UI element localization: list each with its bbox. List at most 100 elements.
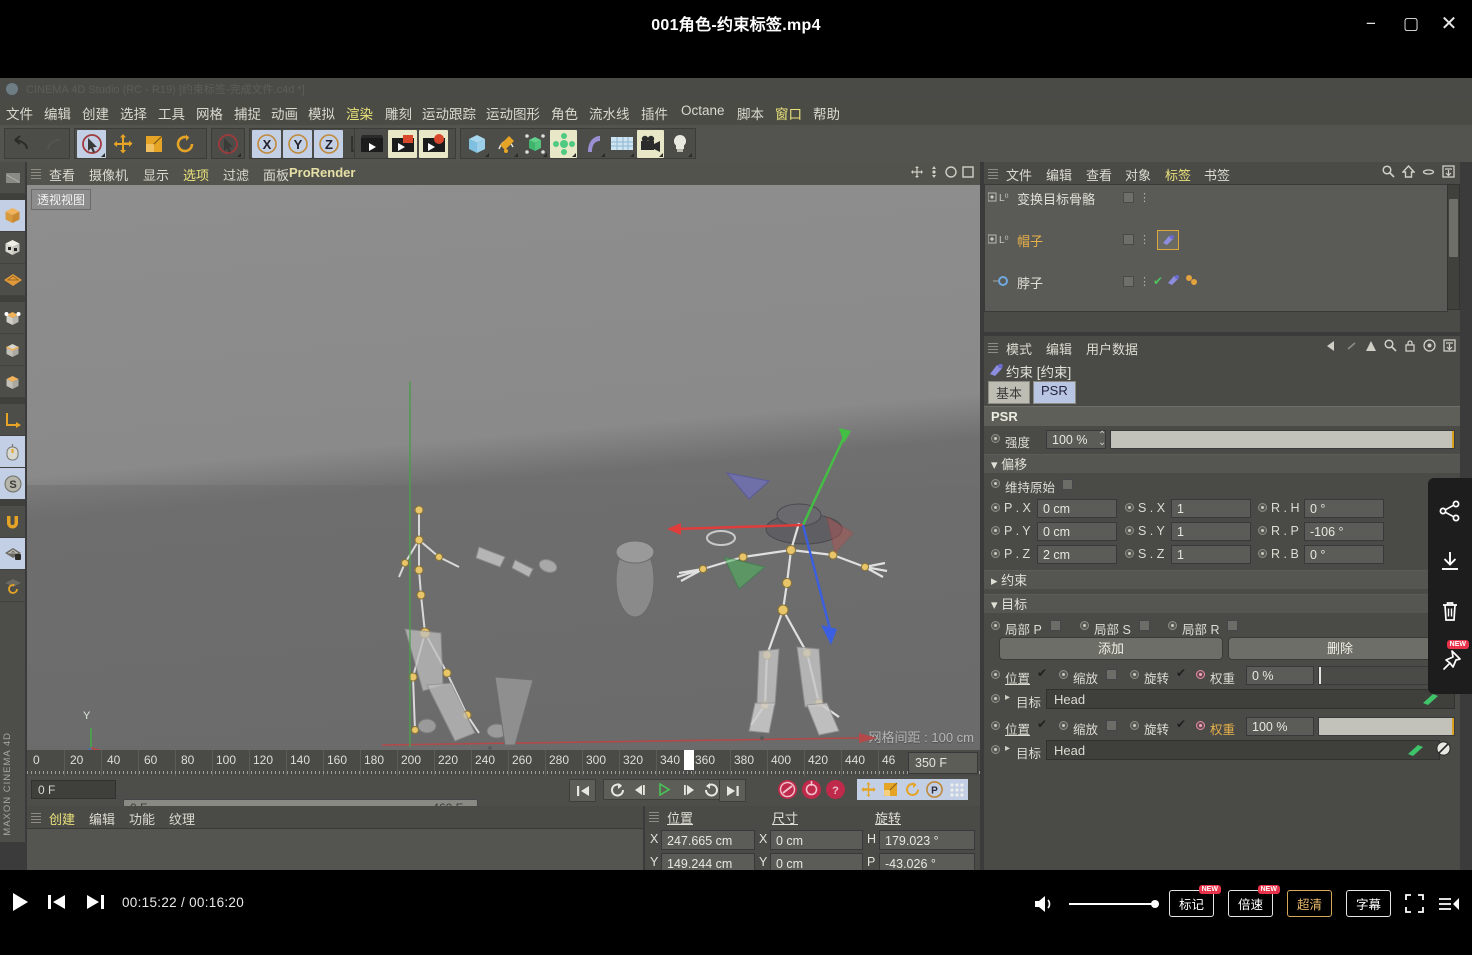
back-arrow-icon[interactable] bbox=[1325, 340, 1339, 352]
strength-spinner[interactable]: ⌃⌄ bbox=[1098, 432, 1106, 446]
coord-pos-x-field[interactable]: 247.665 cm bbox=[661, 830, 755, 850]
viewport-menu-cameras[interactable]: 摄像机 bbox=[89, 165, 128, 184]
target-1-scale-radio[interactable] bbox=[1059, 670, 1068, 679]
rp-radio[interactable] bbox=[1258, 526, 1267, 535]
menu-script[interactable]: 脚本 bbox=[737, 103, 764, 123]
viewport-menu-options[interactable]: 选项 bbox=[183, 165, 209, 184]
forward-arrow-icon[interactable] bbox=[1346, 340, 1358, 352]
target-2-expand-icon[interactable]: ▸ bbox=[1005, 743, 1010, 754]
timeline-ruler[interactable]: 0 20 40 60 80 100 120 140 160 180 200 22… bbox=[27, 750, 980, 776]
undo-button[interactable] bbox=[7, 130, 36, 158]
attribute-menu-userdata[interactable]: 用户数据 bbox=[1086, 339, 1138, 358]
target-1-weight-field[interactable]: 0 % bbox=[1246, 666, 1314, 685]
keep-original-checkbox[interactable] bbox=[1062, 479, 1073, 490]
undo-tool-icon[interactable] bbox=[0, 162, 25, 194]
menu-character[interactable]: 角色 bbox=[551, 103, 578, 123]
record-keyframe-icon[interactable] bbox=[777, 779, 798, 800]
enable-snapping-icon[interactable] bbox=[0, 436, 25, 468]
target-2-weight-slider[interactable] bbox=[1318, 717, 1455, 736]
sy-field[interactable]: 1 bbox=[1171, 522, 1251, 541]
maximize-button[interactable]: ▢ bbox=[1396, 10, 1426, 38]
viewport-menu-panel[interactable]: 面板 bbox=[263, 165, 289, 184]
visibility-toggle-0[interactable] bbox=[1123, 192, 1134, 203]
section-constraint[interactable]: ▸ 约束 bbox=[984, 570, 1460, 589]
search-icon[interactable] bbox=[1384, 339, 1397, 352]
object-row-0[interactable]: L⁰ 变换目标骨骼 ⋮ bbox=[985, 187, 1447, 208]
sz-field[interactable]: 1 bbox=[1171, 545, 1251, 564]
viewport-3d[interactable]: 透视视图 网格间距 : 100 cm bbox=[27, 185, 980, 750]
material-menu-function[interactable]: 功能 bbox=[129, 809, 155, 828]
menu-edit[interactable]: 编辑 bbox=[44, 103, 71, 123]
menu-sculpt[interactable]: 雕刻 bbox=[385, 103, 412, 123]
param-key-icon[interactable]: P bbox=[924, 780, 945, 799]
dot-handle-2[interactable]: ⋮ bbox=[1139, 275, 1150, 288]
target-1-weight-radio[interactable] bbox=[1196, 670, 1205, 679]
spline-pen-icon[interactable] bbox=[492, 130, 519, 158]
add-target-button[interactable]: 添加 bbox=[999, 637, 1223, 660]
menu-mesh[interactable]: 网格 bbox=[196, 103, 223, 123]
target-2-field[interactable]: Head bbox=[1046, 740, 1440, 760]
scale-icon[interactable] bbox=[139, 130, 168, 158]
object-grip-icon[interactable] bbox=[988, 168, 998, 179]
quality-button[interactable]: 超清 bbox=[1287, 890, 1332, 917]
go-to-end-icon[interactable] bbox=[719, 779, 746, 802]
play-icon[interactable] bbox=[652, 780, 676, 799]
px-field[interactable]: 0 cm bbox=[1037, 499, 1117, 518]
timeline-playhead[interactable] bbox=[684, 750, 694, 770]
menu-motion-tracker[interactable]: 运动跟踪 bbox=[422, 103, 476, 123]
py-radio[interactable] bbox=[991, 526, 1000, 535]
target-1-radio[interactable] bbox=[991, 694, 1000, 703]
visibility-toggle-1[interactable] bbox=[1123, 234, 1134, 245]
object-menu-objects[interactable]: 对象 bbox=[1125, 165, 1151, 184]
fullscreen-icon[interactable] bbox=[1405, 894, 1424, 913]
constraint-tag-icon[interactable] bbox=[1157, 230, 1179, 250]
maximize-view-icon[interactable] bbox=[962, 166, 974, 178]
menu-window[interactable]: 窗口 bbox=[775, 103, 802, 123]
material-menu-create[interactable]: 创建 bbox=[49, 809, 75, 828]
previous-frame-icon[interactable] bbox=[629, 780, 651, 799]
target-1-scale-checkbox[interactable] bbox=[1106, 669, 1117, 680]
rp-field[interactable]: -106 ° bbox=[1304, 522, 1384, 541]
scale-key-icon[interactable] bbox=[880, 780, 901, 799]
tab-psr[interactable]: PSR bbox=[1033, 381, 1076, 404]
target-2-weight-field[interactable]: 100 % bbox=[1246, 717, 1314, 736]
menu-octane[interactable]: Octane bbox=[681, 103, 725, 118]
redo-button[interactable] bbox=[38, 130, 67, 158]
minimize-button[interactable]: − bbox=[1356, 10, 1386, 38]
dot-handle-1[interactable]: ⋮ bbox=[1139, 233, 1150, 246]
pla-key-icon[interactable] bbox=[946, 780, 967, 799]
sy-radio[interactable] bbox=[1125, 526, 1134, 535]
local-r-radio[interactable] bbox=[1168, 621, 1177, 630]
material-list[interactable] bbox=[27, 828, 643, 870]
coord-rot-h-field[interactable]: 179.023 ° bbox=[879, 830, 975, 850]
autokey-icon[interactable] bbox=[801, 779, 822, 800]
object-menu-edit[interactable]: 编辑 bbox=[1046, 165, 1072, 184]
rh-radio[interactable] bbox=[1258, 503, 1267, 512]
target-2-rotation-radio[interactable] bbox=[1130, 721, 1139, 730]
polygon-mode-icon[interactable] bbox=[0, 366, 25, 398]
expand-icon[interactable] bbox=[1443, 339, 1456, 352]
next-track-icon[interactable] bbox=[84, 893, 106, 911]
next-frame-icon[interactable] bbox=[677, 780, 699, 799]
constraint-tag-icon-2[interactable] bbox=[1167, 274, 1180, 286]
start-frame-field[interactable]: 0 F bbox=[31, 780, 116, 799]
zoom-view-icon[interactable] bbox=[928, 166, 940, 178]
menu-create[interactable]: 创建 bbox=[82, 103, 109, 123]
viewport-menu-prorender[interactable]: ProRender bbox=[289, 165, 355, 180]
search-icon[interactable] bbox=[1382, 165, 1395, 178]
material-menu-edit[interactable]: 编辑 bbox=[89, 809, 115, 828]
rb-radio[interactable] bbox=[1258, 549, 1267, 558]
move-icon[interactable] bbox=[108, 130, 137, 158]
target-2-scale-checkbox[interactable] bbox=[1106, 720, 1117, 731]
object-menu-tags[interactable]: 标签 bbox=[1165, 165, 1191, 184]
menu-snap[interactable]: 捕捉 bbox=[234, 103, 261, 123]
cube-icon[interactable] bbox=[463, 130, 490, 158]
expand-collapse-icon[interactable]: L⁰ bbox=[988, 190, 1014, 204]
target-1-position-checkbox[interactable]: ✔ bbox=[1037, 668, 1048, 679]
object-tree-scrollbar[interactable] bbox=[1447, 184, 1460, 310]
py-field[interactable]: 0 cm bbox=[1037, 522, 1117, 541]
target-2-clear-icon[interactable] bbox=[1436, 741, 1451, 756]
target-2-position-radio[interactable] bbox=[991, 721, 1000, 730]
volume-slider[interactable] bbox=[1069, 903, 1155, 905]
axis-y-icon[interactable]: Y bbox=[283, 130, 312, 158]
